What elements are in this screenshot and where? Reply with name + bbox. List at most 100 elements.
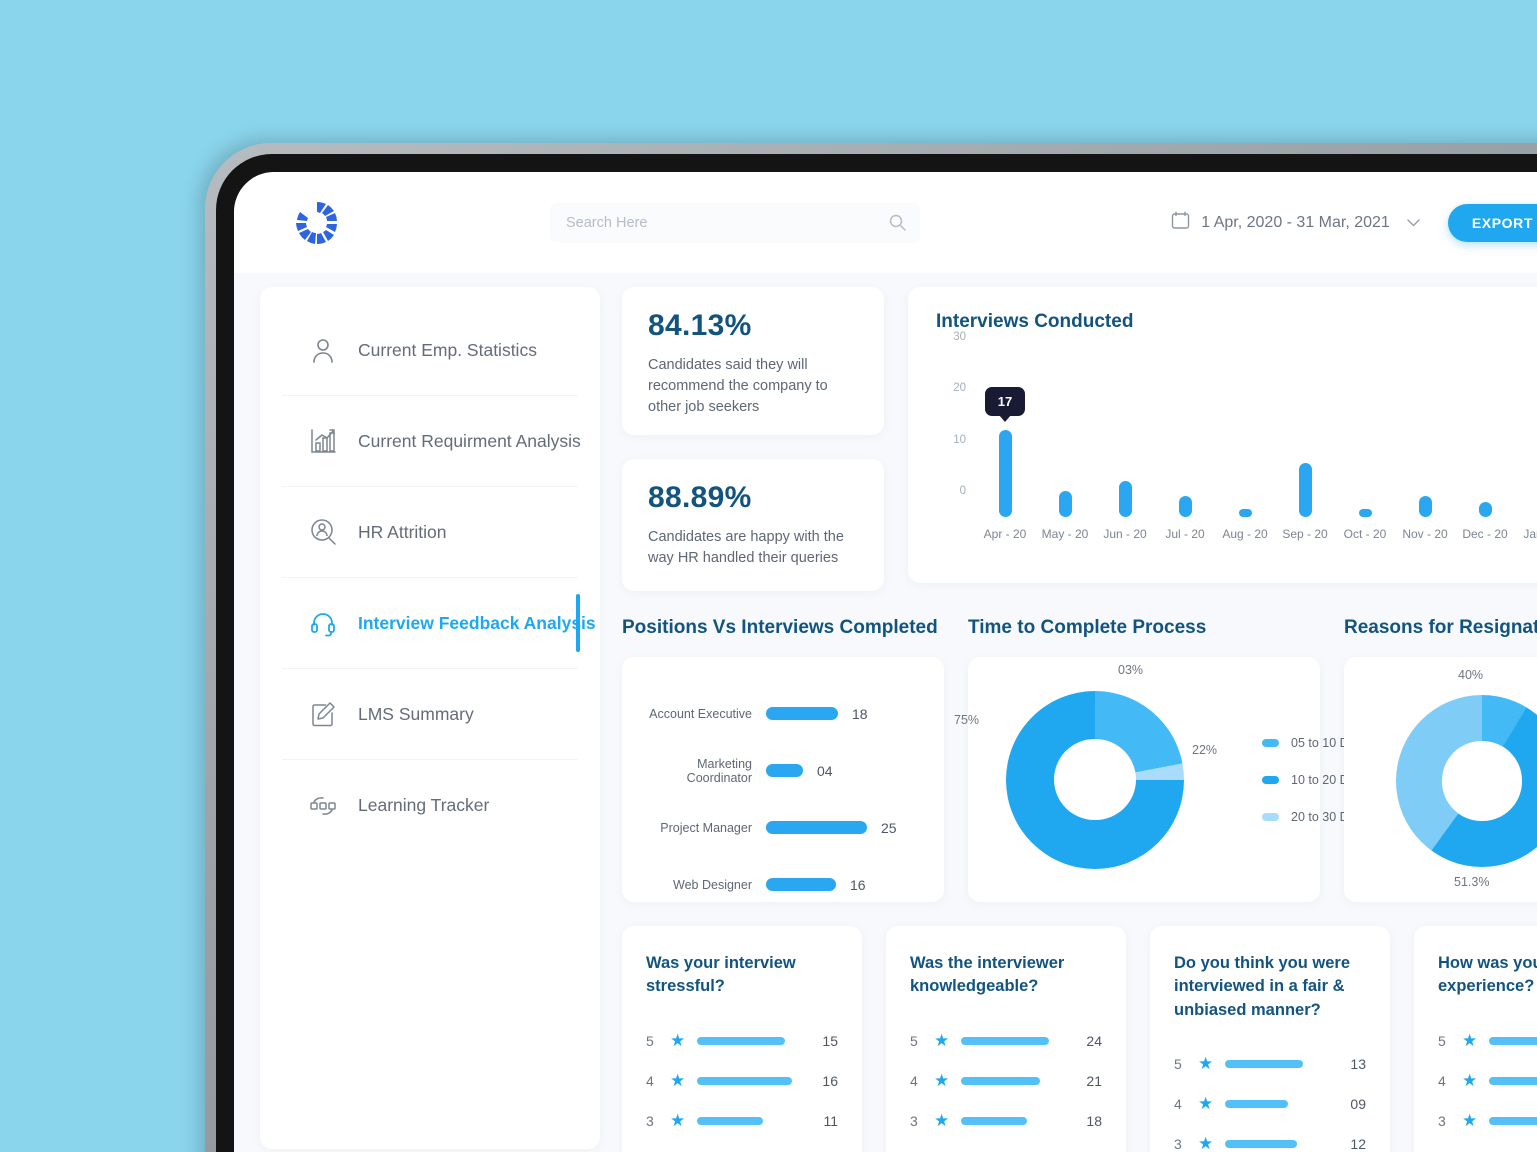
kpi-description: Candidates are happy with the way HR han… [648,529,844,567]
position-bar[interactable] [766,821,867,834]
main-content: 84.13% Candidates said they will recomme… [600,287,1537,1152]
sidebar-item-lms-summary[interactable]: LMS Summary [282,669,578,760]
feedback-rating-row: 4 ★ 09 [1174,1084,1366,1124]
company-logo-icon[interactable] [290,196,344,250]
donut-label-513: 51.3% [1454,875,1490,889]
rating-bar[interactable] [961,1036,1050,1045]
bar[interactable] [1118,481,1132,517]
date-range-label: 1 Apr, 2020 - 31 Mar, 2021 [1201,213,1390,231]
positions-chart-card: Account Executive 18 Marketing Coordinator… [622,657,944,902]
x-axis-tick: Dec - 20 [1462,527,1508,541]
bar[interactable] [1418,496,1432,517]
device-bezel: 1 Apr, 2020 - 31 Mar, 2021 EXPORT [216,154,1537,1152]
sidebar-item-label: HR Attrition [358,521,447,542]
bar-column[interactable]: May - 20 [1034,491,1096,541]
search-icon[interactable] [889,214,906,236]
rating-number: 5 [910,1032,918,1049]
bar-column[interactable]: Aug - 20 [1214,509,1276,541]
bar[interactable] [1058,491,1072,517]
calendar-icon [1171,211,1190,235]
rating-count: 21 [1086,1072,1102,1089]
rating-bar[interactable] [697,1116,764,1125]
feedback-rating-row: 4 ★ 21 [910,1061,1102,1101]
bar-column[interactable]: Oct - 20 [1334,509,1396,541]
feedback-rating-row: 5 ★ 13 [1174,1044,1366,1084]
y-axis-tick: 20 [953,382,966,395]
reasons-for-resignation-section: Reasons for Resignation 40% 51.3% 8 [1344,617,1537,902]
star-icon: ★ [670,1110,686,1130]
rating-bar[interactable] [1225,1100,1289,1109]
bar-column[interactable]: Dec - 20 [1454,501,1516,541]
legend-color-swatch [1262,775,1279,784]
bar[interactable] [1358,509,1372,517]
network-nodes-icon [308,791,338,821]
position-row: Project Manager 25 [640,799,926,856]
feedback-rating-row: 5 ★ 24 [910,1021,1102,1061]
bar-column[interactable]: Apr - 20 17 [974,386,1036,541]
kpi-description: Candidates said they will recommend the … [648,357,828,416]
x-axis-tick: Apr - 20 [983,527,1027,541]
bar-column[interactable]: Jun - 20 [1094,481,1156,541]
dashboard-body: Current Emp. Statistics Current Requirme… [234,273,1537,1152]
position-bar[interactable] [766,878,836,891]
search-input[interactable] [566,214,904,231]
position-label: Marketing Coordinator [686,756,752,785]
star-icon: ★ [1462,1030,1478,1050]
sidebar-item-interview-feedback-analysis[interactable]: Interview Feedback Analysis [282,578,596,669]
rating-bar[interactable] [1489,1116,1537,1125]
rating-bar[interactable] [697,1076,793,1085]
bar-column[interactable]: Nov - 20 [1394,496,1456,541]
interviews-conducted-chart-card: Interviews Conducted 0 10 20 30 Apr - 20 17 M… [908,287,1537,583]
bar[interactable] [998,429,1012,517]
rating-bar[interactable] [961,1076,1041,1085]
rating-bar[interactable] [1489,1076,1537,1085]
kpi-value: 88.89% [648,481,752,514]
interviews-bar-chart: 0 10 20 30 Apr - 20 17 May - 20 Jun - 20 Jul - … [936,331,1537,543]
resignation-donut-chart[interactable] [1396,695,1537,867]
legend-color-swatch [1262,738,1279,747]
position-row: Marketing Coordinator 04 [640,742,926,799]
bar-column[interactable]: Jul - 20 [1154,496,1216,541]
donut-label-22: 22% [1192,742,1218,757]
rating-number: 4 [646,1072,654,1089]
bar[interactable] [1238,509,1252,517]
kpi-card-recommend: 84.13% Candidates said they will recomme… [622,287,884,435]
feedback-rating-row: 4 ★ 16 [646,1061,838,1101]
chevron-down-icon[interactable] [1407,214,1420,232]
rating-bar[interactable] [1225,1140,1298,1149]
sidebar-item-learning-tracker[interactable]: Learning Tracker [282,760,578,851]
rating-number: 5 [646,1032,654,1049]
device-frame: 1 Apr, 2020 - 31 Mar, 2021 EXPORT [205,143,1537,1152]
position-bar[interactable] [766,707,838,720]
feedback-card: Was your interview stressful? 5 ★ 15 4 ★ 16 3 ★ 1… [622,926,862,1152]
rating-bar[interactable] [1225,1060,1304,1069]
position-bar[interactable] [766,764,803,777]
rating-number: 5 [1438,1032,1446,1049]
time-donut-wrap: 75% 03% 22% [954,663,1217,869]
export-button[interactable]: EXPORT [1447,203,1537,242]
feedback-rating-row: 5 ★ [1438,1021,1537,1061]
bar[interactable] [1298,463,1312,517]
export-label: EXPORT [1471,214,1533,231]
time-donut-chart[interactable] [1006,690,1184,869]
rating-bar[interactable] [697,1036,786,1045]
bar[interactable] [1478,501,1492,517]
time-to-complete-chart-card: 75% 03% 22% 05 to 10 Days 10 to 20 Days … [954,657,1368,902]
x-axis-tick: Sep - 20 [1282,527,1328,541]
sidebar-item-hr-attrition[interactable]: HR Attrition [282,487,578,578]
sidebar-item-label: Current Emp. Statistics [358,339,537,360]
bar[interactable] [1178,496,1192,517]
search-bar[interactable] [550,202,920,243]
sidebar-active-indicator [576,594,580,652]
sidebar-item-current-emp-statistics[interactable]: Current Emp. Statistics [282,305,578,396]
date-range-picker[interactable]: 1 Apr, 2020 - 31 Mar, 2021 [1171,211,1420,235]
sidebar-item-current-requirment-analysis[interactable]: Current Requirment Analysis [282,396,581,487]
feedback-rating-rows: 5 ★ 15 4 ★ 16 3 ★ 11 [646,1021,838,1141]
rating-bar[interactable] [1489,1036,1537,1045]
bar-column[interactable]: Sep - 20 [1274,463,1336,541]
feedback-question: Do you think you were interviewed in a f… [1174,954,1351,1019]
rating-bar[interactable] [961,1116,1028,1125]
rating-number: 4 [1174,1096,1182,1113]
bar-column[interactable]: Jan - 21 [1514,502,1537,541]
feedback-question: Was the interviewer knowledgeable? [910,954,1065,996]
